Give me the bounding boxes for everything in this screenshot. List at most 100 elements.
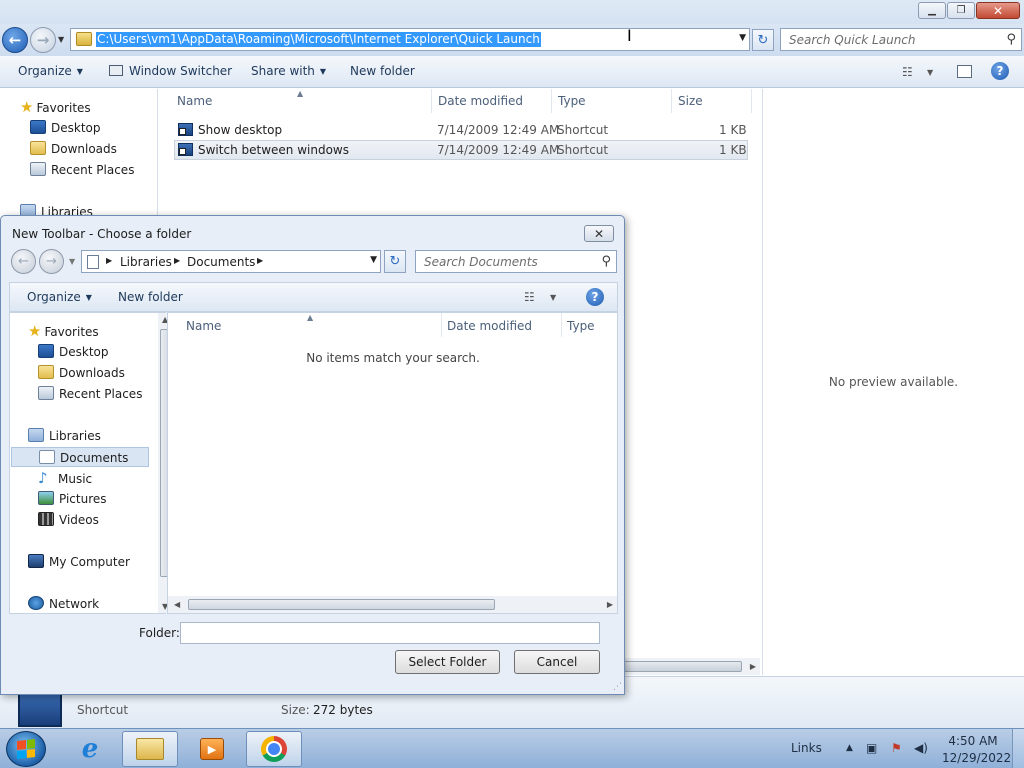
nav-pictures[interactable]: Pictures: [38, 489, 107, 509]
dialog-new-folder-button[interactable]: New folder: [118, 290, 183, 304]
nav-libraries[interactable]: Libraries: [28, 426, 101, 446]
close-icon: ✕: [992, 3, 1004, 18]
help-icon[interactable]: ?: [991, 62, 1009, 80]
recent-pages-dropdown[interactable]: ▼: [58, 35, 64, 44]
help-icon[interactable]: ?: [586, 288, 604, 306]
nav-my-computer[interactable]: My Computer: [28, 552, 130, 572]
new-folder-label: New folder: [118, 290, 183, 304]
preview-pane-icon[interactable]: [957, 65, 972, 78]
scroll-left-arrow-icon[interactable]: ◀: [174, 600, 180, 609]
dialog-forward-button[interactable]: →: [39, 249, 64, 274]
taskbar-internet-explorer[interactable]: e: [62, 731, 118, 767]
horizontal-scrollbar[interactable]: ◀ ▶: [168, 596, 617, 613]
dialog-close-button[interactable]: ✕: [584, 225, 614, 242]
column-type[interactable]: Type: [567, 319, 595, 333]
column-name[interactable]: Name: [177, 94, 212, 108]
minimize-button[interactable]: ▁: [918, 2, 946, 19]
volume-icon[interactable]: ◀): [914, 741, 928, 755]
column-type[interactable]: Type: [558, 94, 586, 108]
nav-documents-selected[interactable]: Documents: [11, 447, 149, 467]
chevron-down-icon: ▼: [319, 67, 327, 76]
column-divider[interactable]: [431, 89, 432, 113]
back-button[interactable]: ←: [2, 27, 28, 53]
scroll-right-arrow-icon[interactable]: ▶: [607, 600, 613, 609]
column-divider[interactable]: [561, 313, 562, 337]
forward-button[interactable]: →: [30, 27, 56, 53]
nav-desktop[interactable]: Desktop: [38, 342, 109, 362]
clock-time[interactable]: 4:50 AM: [942, 734, 1004, 748]
nav-music[interactable]: ♪ Music: [38, 468, 92, 488]
scrollbar-thumb[interactable]: [622, 661, 742, 672]
refresh-button[interactable]: ↻: [752, 29, 774, 51]
folder-icon: [76, 32, 92, 46]
nav-favorites[interactable]: ★ Favorites: [20, 97, 91, 117]
show-desktop-button[interactable]: [1012, 729, 1024, 768]
cancel-button[interactable]: Cancel: [514, 650, 600, 674]
nav-desktop[interactable]: Desktop: [30, 118, 101, 138]
close-window-button[interactable]: ✕: [976, 2, 1020, 19]
folder-input[interactable]: [180, 622, 600, 644]
recent-pages-dropdown[interactable]: ▼: [69, 257, 75, 266]
nav-videos[interactable]: Videos: [38, 510, 99, 530]
column-size[interactable]: Size: [678, 94, 703, 108]
column-date-modified[interactable]: Date modified: [447, 319, 532, 333]
share-with-menu[interactable]: Share with ▼: [251, 64, 326, 78]
scrollbar-thumb[interactable]: [188, 599, 495, 610]
column-name[interactable]: Name: [186, 319, 221, 333]
view-options-dropdown[interactable]: ▼: [550, 293, 556, 302]
breadcrumb-documents[interactable]: Documents: [187, 255, 255, 269]
change-view-icon[interactable]: ☷: [524, 290, 535, 304]
empty-list-message: No items match your search.: [306, 351, 480, 365]
breadcrumb-chevron-icon[interactable]: ▶: [174, 256, 180, 265]
file-row[interactable]: Show desktop 7/14/2009 12:49 AM Shortcut…: [174, 120, 748, 140]
nav-downloads[interactable]: Downloads: [30, 139, 117, 159]
address-dropdown-icon[interactable]: ▼: [370, 255, 377, 265]
address-path-text[interactable]: C:\Users\vm1\AppData\Roaming\Microsoft\I…: [96, 32, 541, 47]
start-button[interactable]: [6, 731, 46, 767]
dialog-refresh-button[interactable]: ↻: [384, 250, 406, 273]
breadcrumb-libraries[interactable]: Libraries: [120, 255, 172, 269]
view-options-dropdown[interactable]: ▼: [927, 68, 933, 77]
address-bar[interactable]: C:\Users\vm1\AppData\Roaming\Microsoft\I…: [70, 28, 750, 51]
taskbar-chrome[interactable]: [246, 731, 302, 767]
file-list-header: ▲ Name Date modified Type Size: [159, 89, 761, 113]
window-switcher-button[interactable]: Window Switcher: [109, 64, 232, 78]
new-folder-button[interactable]: New folder: [350, 64, 415, 78]
nav-favorites[interactable]: ★ Favorites: [28, 321, 99, 341]
column-divider[interactable]: [671, 89, 672, 113]
address-dropdown-icon[interactable]: ▼: [739, 33, 746, 43]
links-toolbar[interactable]: Links: [791, 741, 822, 755]
network-tray-icon[interactable]: ▣: [866, 741, 877, 755]
taskbar-windows-explorer[interactable]: [122, 731, 178, 767]
column-divider[interactable]: [551, 89, 552, 113]
organize-menu[interactable]: Organize ▼: [18, 64, 83, 78]
scroll-right-arrow-icon[interactable]: ▶: [750, 662, 756, 671]
nav-downloads[interactable]: Downloads: [38, 363, 125, 383]
search-icon[interactable]: ⚲: [1006, 32, 1016, 47]
nav-network[interactable]: Network: [28, 594, 99, 614]
clock-date[interactable]: 12/29/2022: [942, 751, 1011, 765]
refresh-icon: ↻: [389, 254, 401, 269]
select-folder-button[interactable]: Select Folder: [395, 650, 500, 674]
column-date-modified[interactable]: Date modified: [438, 94, 523, 108]
breadcrumb-chevron-icon[interactable]: ▶: [106, 256, 112, 265]
change-view-icon[interactable]: ☷: [902, 65, 913, 79]
dialog-back-button[interactable]: ←: [11, 249, 36, 274]
action-center-icon[interactable]: ⚑: [891, 741, 902, 755]
dialog-search-box[interactable]: Search Documents ⚲: [415, 250, 617, 273]
dialog-address-bar[interactable]: ▶ Libraries ▶ Documents ▶ ▼: [81, 250, 381, 273]
nav-recent-places[interactable]: Recent Places: [30, 160, 134, 180]
show-hidden-icons-icon[interactable]: ▲: [846, 743, 853, 753]
search-icon[interactable]: ⚲: [601, 254, 611, 269]
breadcrumb-chevron-icon[interactable]: ▶: [257, 256, 263, 265]
nav-recent-places[interactable]: Recent Places: [38, 384, 142, 404]
file-row-selected[interactable]: Switch between windows 7/14/2009 12:49 A…: [174, 140, 748, 160]
search-box[interactable]: Search Quick Launch ⚲: [780, 28, 1022, 51]
dialog-organize-menu[interactable]: Organize ▼: [27, 290, 92, 304]
column-divider[interactable]: [441, 313, 442, 337]
restore-button[interactable]: ❐: [947, 2, 975, 19]
resize-grip-icon[interactable]: ⋰: [613, 682, 622, 692]
file-type: Shortcut: [557, 143, 609, 157]
taskbar-media-player[interactable]: ▶: [184, 731, 240, 767]
column-divider[interactable]: [751, 89, 752, 113]
